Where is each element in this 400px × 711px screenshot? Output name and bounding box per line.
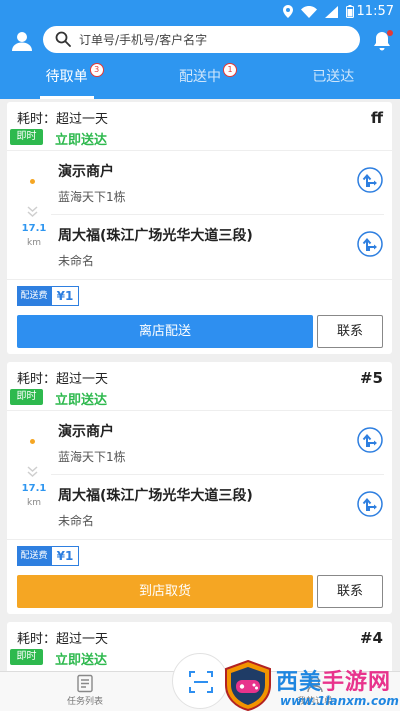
search-input[interactable] — [79, 30, 349, 49]
card-actions: 到店取货 联系 — [7, 572, 392, 614]
watermark-url: www.1lanxm.com — [280, 694, 399, 708]
fee-row: 配送费 ¥1 — [7, 540, 392, 572]
pickup-marker-icon — [30, 439, 35, 444]
contact-button[interactable]: 联系 — [317, 575, 383, 608]
notification-dot — [387, 30, 393, 36]
dropoff-name: 周大福(珠江广场光华大道三段) — [58, 488, 253, 504]
instant-badge: 即时 — [10, 649, 43, 665]
profile-button[interactable] — [11, 30, 33, 52]
distance-value: 17.1 — [21, 223, 47, 234]
tab-badge: 1 — [222, 63, 237, 77]
battery-icon — [346, 5, 354, 18]
notifications-button[interactable] — [372, 30, 393, 52]
app-header: 待取单3 配送中1 已送达 — [0, 24, 400, 99]
order-card[interactable]: 耗时：超过一天 ff 即时 立即送达 17.1 km 演示商户 蓝海天下1栋 周… — [7, 102, 392, 354]
nav-task-list[interactable]: 任务列表 — [55, 674, 115, 707]
user-icon — [12, 32, 32, 51]
tab-label: 已送达 — [312, 69, 355, 85]
watermark: 西美手游网 www.1lanxm.com — [222, 660, 400, 711]
divider — [51, 474, 384, 475]
delivery-type: 立即送达 — [55, 393, 108, 408]
delivery-type: 立即送达 — [55, 133, 108, 148]
dropoff-address: 未命名 — [58, 254, 95, 268]
delivery-type: 立即送达 — [55, 653, 108, 668]
scan-button[interactable] — [172, 653, 228, 709]
elapsed-time: 耗时：超过一天 — [17, 632, 109, 647]
fee-label: 配送费 — [17, 286, 51, 306]
watermark-title: 西美手游网 — [276, 664, 391, 696]
dropoff-name: 周大福(珠江广场光华大道三段) — [58, 228, 253, 244]
signal-icon — [325, 5, 338, 18]
tab-label: 配送中 — [178, 69, 221, 85]
fee-row: 配送费 ¥1 — [7, 280, 392, 312]
chevron-down-icon — [27, 206, 38, 218]
navigate-icon[interactable] — [357, 491, 383, 517]
pickup-stop: 演示商户 蓝海天下1栋 — [58, 163, 348, 205]
dropoff-stop: 周大福(珠江广场光华大道三段) 未命名 — [58, 227, 348, 269]
divider — [51, 214, 384, 215]
order-card-header: 耗时：超过一天 #5 即时 立即送达 — [7, 362, 392, 410]
scan-icon — [189, 671, 213, 693]
navigate-icon[interactable] — [357, 427, 383, 453]
pickup-address: 蓝海天下1栋 — [58, 450, 126, 464]
search-icon — [55, 31, 71, 47]
contact-button[interactable]: 联系 — [317, 315, 383, 348]
order-tabs: 待取单 3 配送中 1 已送达 — [0, 62, 400, 99]
location-icon — [283, 5, 293, 18]
distance-unit: km — [27, 498, 41, 508]
leave-store-deliver-button[interactable]: 离店配送 — [17, 315, 313, 348]
nav-label: 任务列表 — [66, 697, 103, 707]
task-list-icon — [77, 674, 93, 693]
pickup-name: 演示商户 — [58, 424, 114, 440]
order-number: #4 — [359, 629, 383, 647]
route-section: 17.1 km 演示商户 蓝海天下1栋 周大福(珠江广场光华大道三段) 未命名 — [7, 150, 392, 280]
order-card[interactable]: 耗时：超过一天 #5 即时 立即送达 17.1 km 演示商户 蓝海天下1栋 周… — [7, 362, 392, 614]
pickup-stop: 演示商户 蓝海天下1栋 — [58, 423, 348, 465]
order-number: ff — [370, 109, 383, 127]
navigate-icon[interactable] — [357, 231, 383, 257]
navigate-icon[interactable] — [357, 167, 383, 193]
card-actions: 离店配送 联系 — [7, 312, 392, 354]
clock: 11:57 — [356, 4, 394, 19]
tab-badge: 3 — [89, 63, 104, 77]
distance-unit: km — [27, 238, 41, 248]
fee-value: ¥1 — [51, 546, 79, 566]
watermark-title-part: 西美 — [276, 670, 323, 695]
chevron-down-icon — [27, 466, 38, 478]
pickup-at-store-button[interactable]: 到店取货 — [17, 575, 313, 608]
order-card-header: 耗时：超过一天 ff 即时 立即送达 — [7, 102, 392, 150]
tab-pending-pickup[interactable]: 待取单 3 — [0, 62, 133, 99]
dropoff-stop: 周大福(珠江广场光华大道三段) 未命名 — [58, 487, 348, 529]
wifi-icon — [301, 5, 317, 18]
pickup-name: 演示商户 — [58, 164, 114, 180]
tab-delivering[interactable]: 配送中 1 — [133, 62, 266, 99]
dropoff-address: 未命名 — [58, 514, 95, 528]
fee-value: ¥1 — [51, 286, 79, 306]
pickup-marker-icon — [30, 179, 35, 184]
fee-label: 配送费 — [17, 546, 51, 566]
order-number: #5 — [359, 369, 383, 387]
gamepad-shield-logo-icon — [225, 660, 271, 711]
status-icons — [283, 5, 354, 18]
elapsed-time: 耗时：超过一天 — [17, 372, 109, 387]
elapsed-time: 耗时：超过一天 — [17, 112, 109, 127]
search-bar[interactable] — [43, 26, 360, 53]
pickup-address: 蓝海天下1栋 — [58, 190, 126, 204]
order-list[interactable]: 耗时：超过一天 ff 即时 立即送达 17.1 km 演示商户 蓝海天下1栋 周… — [0, 99, 400, 671]
route-section: 17.1 km 演示商户 蓝海天下1栋 周大福(珠江广场光华大道三段) 未命名 — [7, 410, 392, 540]
status-bar: 11:57 — [0, 0, 400, 24]
tab-delivered[interactable]: 已送达 — [267, 62, 400, 99]
instant-badge: 即时 — [10, 389, 43, 405]
instant-badge: 即时 — [10, 129, 43, 145]
distance-value: 17.1 — [21, 483, 47, 494]
watermark-title-part: 手游网 — [322, 670, 392, 695]
tab-label: 待取单 — [45, 69, 88, 85]
